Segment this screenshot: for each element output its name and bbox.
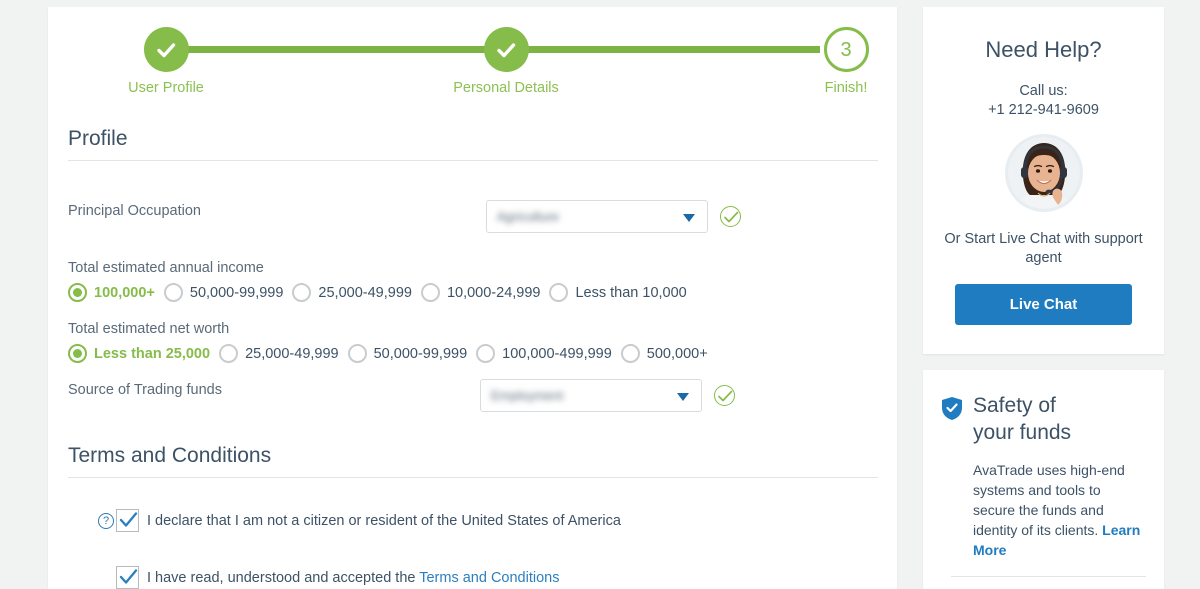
section-title-terms: Terms and Conditions [68,444,878,478]
chevron-down-icon [683,214,695,222]
valid-check-icon [714,385,735,406]
progress-stepper: User Profile Personal Details 3 Finish! [48,7,897,107]
radio-marker [68,344,87,363]
terms-and-conditions-link[interactable]: Terms and Conditions [419,570,559,586]
stepper-label-finish: Finish! [824,80,868,96]
accept-terms-row: I have read, understood and accepted the… [116,566,559,589]
net-worth-radio-group: Less than 25,000 25,000-49,999 50,000-99… [68,344,717,363]
radio-networth-1[interactable]: 25,000-49,999 [219,344,339,363]
need-help-title: Need Help? [985,37,1102,62]
radio-marker [219,344,239,363]
safety-title-line2: your funds [973,421,1072,444]
radio-label: 50,000-99,999 [189,284,284,301]
radio-income-4[interactable]: Less than 10,000 [549,283,687,302]
declaration-row: ? I declare that I am not a citizen or r… [98,509,621,532]
radio-marker [292,283,312,302]
phone-number[interactable]: +1 212-941-9609 [941,102,1146,118]
principal-occupation-value: Agriculture [497,209,560,224]
principal-occupation-field: Agriculture [486,200,741,233]
help-question-icon[interactable]: ? [98,512,114,529]
radio-networth-0[interactable]: Less than 25,000 [68,344,210,363]
label-source-of-funds: Source of Trading funds [68,382,222,398]
radio-marker [163,283,183,302]
radio-marker [347,344,367,363]
principal-occupation-select[interactable]: Agriculture [486,200,708,233]
declaration-label: I declare that I am not a citizen or res… [147,512,621,529]
safety-of-funds-card: Safety of your funds AvaTrade uses high-… [923,370,1164,589]
radio-income-3[interactable]: 10,000-24,999 [420,283,541,302]
stepper-step-user-profile[interactable]: User Profile [106,27,226,96]
label-annual-income: Total estimated annual income [68,260,264,276]
avatar [1004,134,1083,212]
need-help-card: Need Help? Call us: +1 212-941-9609 Or S… [923,7,1164,354]
radio-networth-3[interactable]: 100,000-499,999 [476,344,612,363]
radio-label: 25,000-49,999 [318,284,412,301]
accept-terms-checkbox[interactable] [116,566,139,589]
radio-label: 100,000-499,999 [502,345,612,362]
section-title-profile: Profile [68,127,878,161]
registration-card: User Profile Personal Details 3 Finish! … [48,7,897,589]
check-icon [483,27,529,72]
label-net-worth: Total estimated net worth [68,321,230,337]
live-chat-prompt: Or Start Live Chat with support agent [944,231,1143,266]
safety-title-line1: Safety of [973,394,1056,417]
step-number-badge: 3 [823,27,869,72]
shield-check-icon [941,396,963,426]
step-number: 3 [840,38,852,61]
radio-label: 100,000+ [94,284,155,301]
stepper-label-user-profile: User Profile [128,80,204,96]
safety-title: Safety of your funds [973,392,1071,446]
stepper-step-finish[interactable]: 3 Finish! [786,27,906,96]
radio-label: 50,000-99,999 [373,345,468,362]
radio-marker [420,283,440,302]
divider [951,576,1146,577]
source-of-funds-value: Employment [491,388,564,403]
live-chat-button[interactable]: Live Chat [955,284,1132,325]
declaration-checkbox[interactable] [116,509,139,532]
page-root: User Profile Personal Details 3 Finish! … [0,0,1200,589]
radio-networth-2[interactable]: 50,000-99,999 [347,344,468,363]
label-principal-occupation: Principal Occupation [68,203,201,219]
safety-header: Safety of your funds [941,392,1146,446]
safety-body: AvaTrade uses high-end systems and tools… [941,460,1146,560]
radio-label: 25,000-49,999 [245,345,339,362]
radio-label: 10,000-24,999 [446,284,541,301]
radio-income-1[interactable]: 50,000-99,999 [163,283,284,302]
radio-marker [476,344,496,363]
chevron-down-icon [677,393,689,401]
radio-label: Less than 10,000 [575,284,687,301]
radio-marker [620,344,640,363]
accept-terms-label: I have read, understood and accepted the… [147,570,559,586]
sidebar: Need Help? Call us: +1 212-941-9609 Or S… [923,7,1164,589]
stepper-step-personal-details[interactable]: Personal Details [446,27,566,96]
check-icon [143,27,189,72]
source-of-funds-select[interactable]: Employment [480,379,702,412]
stepper-label-personal-details: Personal Details [453,80,559,96]
radio-income-2[interactable]: 25,000-49,999 [292,283,412,302]
accept-terms-text: I have read, understood and accepted the [147,569,420,586]
radio-networth-4[interactable]: 500,000+ [620,344,708,363]
source-of-funds-field: Employment [480,379,735,412]
radio-label: 500,000+ [646,345,708,362]
radio-marker [549,283,569,302]
radio-marker [68,283,87,302]
radio-income-0[interactable]: 100,000+ [68,283,155,302]
radio-label: Less than 25,000 [94,345,211,362]
valid-check-icon [720,206,741,227]
annual-income-radio-group: 100,000+ 50,000-99,999 25,000-49,999 10,… [68,283,696,302]
call-us-label: Call us: [1019,83,1068,99]
